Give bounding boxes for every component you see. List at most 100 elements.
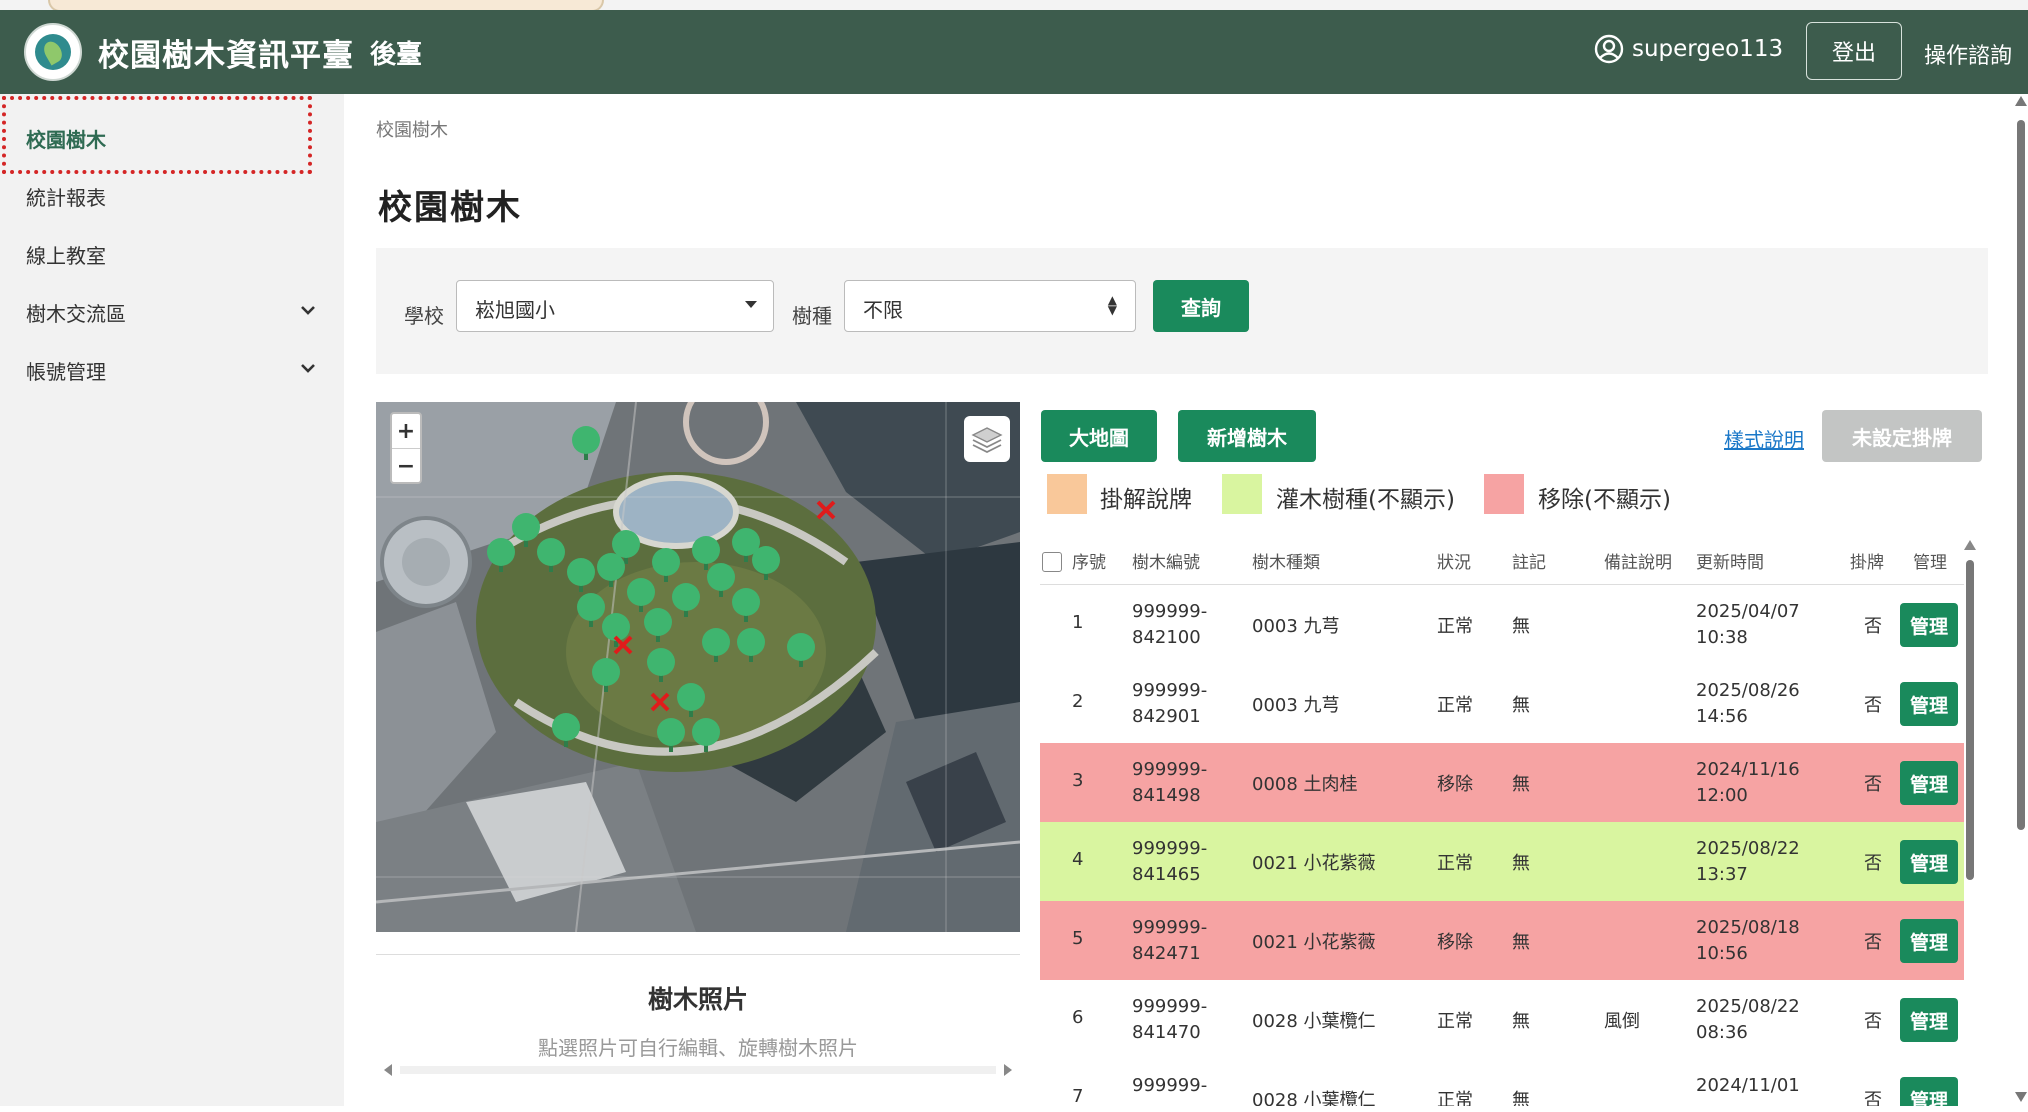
layers-button[interactable] (964, 416, 1010, 462)
manage-button[interactable]: 管理 (1900, 840, 1958, 884)
cell-note: 無 (1512, 1011, 1530, 1032)
user-menu[interactable]: supergeo113 (1594, 34, 1783, 64)
tree-table: 序號 樹木編號 樹木種類 狀況 註記 備註說明 更新時間 掛牌 管理 1 9999… (1040, 536, 1964, 1106)
cell-note: 無 (1512, 695, 1530, 716)
help-link[interactable]: 操作諮詢 (1924, 38, 2012, 70)
ministry-logo[interactable] (24, 23, 82, 81)
cell-tree-id: 999999- 841470 (1132, 996, 1208, 1043)
col-header-tree-id[interactable]: 樹木編號 (1132, 548, 1200, 573)
table-row[interactable]: 1 999999- 842100 0003 九芎 正常 無 2025/04/07 10:38 否… (1040, 585, 1964, 665)
sidebar-item-campus-trees[interactable]: 校園樹木 (26, 124, 316, 153)
cell-status: 正常 (1437, 1011, 1473, 1032)
sidebar-item-account[interactable]: 帳號管理 (26, 356, 316, 385)
manage-button[interactable]: 管理 (1900, 998, 1958, 1042)
cell-status: 移除 (1437, 932, 1473, 953)
cell-tag: 否 (1864, 774, 1882, 795)
species-select[interactable]: 不限 ▲ ▼ (844, 280, 1136, 332)
school-select-value: 崧旭國小 (475, 298, 555, 322)
legend-swatch-shrub (1222, 474, 1262, 514)
cell-no: 1 (1072, 612, 1084, 633)
school-select[interactable]: 崧旭國小 (456, 280, 774, 332)
col-header-note[interactable]: 註記 (1512, 548, 1546, 573)
browser-top-strip (0, 0, 2028, 12)
big-map-button[interactable]: 大地圖 (1041, 410, 1157, 462)
col-header-tag[interactable]: 掛牌 (1850, 548, 1884, 573)
cell-tag: 否 (1864, 616, 1882, 637)
col-header-status[interactable]: 狀況 (1437, 548, 1471, 573)
chevron-down-icon (301, 306, 315, 315)
cell-note: 無 (1512, 1090, 1530, 1106)
select-all-checkbox[interactable] (1042, 552, 1062, 572)
table-row[interactable]: 3 999999- 841498 0008 土肉桂 移除 無 2024/11/16 12:00… (1040, 743, 1964, 823)
col-header-remark[interactable]: 備註說明 (1604, 548, 1672, 573)
zoom-in-button[interactable]: + (392, 414, 420, 449)
zoom-out-button[interactable]: − (392, 449, 420, 483)
sidebar-item-tree-forum[interactable]: 樹木交流區 (26, 298, 316, 327)
species-label: 樹種 (792, 304, 832, 328)
legend-label-shrub: 灌木樹種(不顯示) (1276, 487, 1455, 513)
legend-swatch-removed (1484, 474, 1524, 514)
legend-swatch-tagged (1047, 474, 1087, 514)
updown-arrows-icon: ▲ ▼ (1107, 293, 1117, 317)
sidebar-item-label: 帳號管理 (26, 360, 106, 384)
cell-remark: 風倒 (1604, 1011, 1640, 1032)
unset-tag-button[interactable]: 未設定掛牌 (1822, 410, 1982, 462)
sidebar-item-reports[interactable]: 統計報表 (26, 182, 316, 211)
page-scrollbar[interactable] (2014, 94, 2028, 1106)
filter-panel: 學校 崧旭國小 樹種 不限 ▲ ▼ 查詢 (376, 248, 1988, 374)
breadcrumb[interactable]: 校園樹木 (376, 116, 448, 142)
app-title[interactable]: 校園樹木資訊平臺 (98, 30, 354, 75)
style-help-link[interactable]: 樣式說明 (1724, 424, 1804, 453)
cell-status: 正常 (1437, 695, 1473, 716)
manage-button[interactable]: 管理 (1900, 682, 1958, 726)
cell-note: 無 (1512, 774, 1530, 795)
logout-button[interactable]: 登出 (1806, 22, 1902, 80)
zoom-control: + − (390, 412, 422, 484)
add-tree-button[interactable]: 新增樹木 (1178, 410, 1316, 462)
photo-hint: 點選照片可自行編輯、旋轉樹木照片 (538, 1036, 858, 1060)
layers-icon (971, 427, 1003, 454)
tree-map[interactable]: + − (376, 402, 1020, 932)
cell-status: 移除 (1437, 774, 1473, 795)
col-header-no[interactable]: 序號 (1072, 548, 1106, 573)
manage-button[interactable]: 管理 (1900, 919, 1958, 963)
cell-tag: 否 (1864, 1011, 1882, 1032)
manage-button[interactable]: 管理 (1900, 761, 1958, 805)
sidebar-item-online-class[interactable]: 線上教室 (26, 240, 316, 269)
sidebar-item-label: 統計報表 (26, 186, 106, 210)
table-row[interactable]: 5 999999- 842471 0021 小花紫薇 移除 無 2025/08/18 10:5… (1040, 901, 1964, 981)
cell-species: 0003 九芎 (1252, 616, 1340, 637)
cell-no: 7 (1072, 1086, 1084, 1106)
cell-no: 3 (1072, 770, 1084, 791)
cell-status: 正常 (1437, 616, 1473, 637)
cell-tag: 否 (1864, 695, 1882, 716)
query-button[interactable]: 查詢 (1153, 280, 1249, 332)
cell-tree-id: 999999- 842471 (1132, 917, 1208, 964)
table-row[interactable]: 2 999999- 842901 0003 九芎 正常 無 2025/08/26 14:56 否… (1040, 664, 1964, 744)
col-header-species[interactable]: 樹木種類 (1252, 548, 1320, 573)
cell-status: 正常 (1437, 853, 1473, 874)
species-select-value: 不限 (863, 298, 903, 322)
cell-tree-id: 999999- 841465 (1132, 838, 1208, 885)
cell-note: 無 (1512, 932, 1530, 953)
table-row[interactable]: 7 999999- 0028 小葉欖仁 正常 無 2024/11/01 否 管理 (1040, 1059, 1964, 1106)
sidebar-item-label: 校園樹木 (26, 128, 106, 152)
divider (376, 954, 1020, 955)
cell-no: 4 (1072, 849, 1084, 870)
col-header-updated[interactable]: 更新時間 (1696, 548, 1764, 573)
table-row[interactable]: 4 999999- 841465 0021 小花紫薇 正常 無 2025/08/22 13:3… (1040, 822, 1964, 902)
cell-updated: 2025/04/07 10:38 (1696, 601, 1800, 648)
cell-status: 正常 (1437, 1090, 1473, 1106)
cell-tree-id: 999999- 842901 (1132, 680, 1208, 727)
cell-updated: 2025/08/18 10:56 (1696, 917, 1800, 964)
sidebar-item-label: 樹木交流區 (26, 302, 126, 326)
legend-label-removed: 移除(不顯示) (1538, 487, 1671, 513)
manage-button[interactable]: 管理 (1900, 603, 1958, 647)
manage-button[interactable]: 管理 (1900, 1077, 1958, 1106)
photo-carousel-scrollbar[interactable] (376, 1062, 1020, 1078)
table-scrollbar[interactable] (1964, 540, 1976, 1112)
app-subtitle: 後臺 (370, 40, 423, 70)
table-row[interactable]: 6 999999- 841470 0028 小葉欖仁 正常 無 風倒 2025/08/22 08… (1040, 980, 1964, 1060)
caret-down-icon (745, 301, 757, 308)
cell-updated: 2025/08/26 14:56 (1696, 680, 1800, 727)
